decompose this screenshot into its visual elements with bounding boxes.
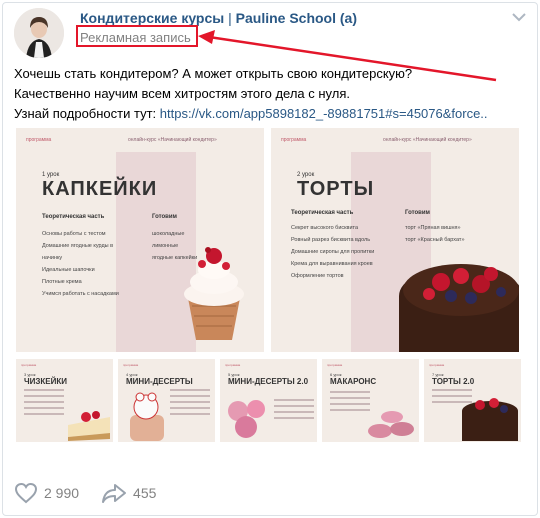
- author-avatar[interactable]: [14, 8, 64, 58]
- slide-thumb-macarons[interactable]: программа 6 урок МАКАРОНС: [322, 359, 419, 442]
- post-author[interactable]: Кондитерские курсы | Pauline School (a): [80, 10, 357, 26]
- list-item: Учимся работать с насадками: [42, 291, 119, 297]
- slide-title: МИНИ-ДЕСЕРТЫ 2.0: [228, 377, 309, 386]
- slide-list-placeholder: [274, 399, 314, 423]
- slide-title: МАКАРОНС: [330, 377, 377, 386]
- slide-program-label: программа: [26, 137, 52, 143]
- slide-course-label: онлайн-курс «Начинающий кондитер»: [383, 137, 472, 143]
- list-item: Секрет высокого бисквита: [291, 225, 359, 231]
- list-item: Идеальные шапочки: [42, 267, 95, 273]
- slide-cakes[interactable]: программа онлайн-курс «Начинающий кондит…: [271, 128, 519, 352]
- list-item: Основы работы с тестом: [42, 231, 106, 237]
- slide-program-label: программа: [21, 363, 37, 367]
- like-count: 2 990: [44, 485, 80, 501]
- post-text-line-1: Хочешь стать кондитером? А может открыть…: [14, 66, 413, 81]
- slide-program-label: программа: [281, 137, 307, 143]
- post-text-line-3: Узнай подробности тут: https://vk.com/ap…: [14, 104, 524, 124]
- slide-ready-header: Готовим: [152, 214, 177, 220]
- author-separator: |: [224, 10, 236, 26]
- cake-image: [399, 264, 519, 352]
- slide-list-placeholder: [330, 391, 370, 415]
- share-count: 455: [133, 485, 157, 501]
- slide-thumb-cakes-2[interactable]: программа 7 урок ТОРТЫ 2.0: [424, 359, 521, 442]
- slide-course-label: онлайн-курс «Начинающий кондитер»: [128, 137, 217, 143]
- list-item: торт «Пряная вишня»: [405, 225, 461, 231]
- mini-dessert-image: [130, 392, 164, 441]
- slide-program-label: программа: [225, 363, 241, 367]
- slide-title: ТОРТЫ: [297, 178, 375, 200]
- author-name[interactable]: Кондитерские курсы: [80, 10, 224, 26]
- slide-program-label: программа: [429, 363, 445, 367]
- share-icon: [102, 484, 127, 503]
- post-link[interactable]: https://vk.com/app5898182_-89881751#s=45…: [160, 106, 488, 121]
- slide-thumb-mini-desserts[interactable]: программа 4 урок МИНИ-ДЕСЕРТЫ: [118, 359, 215, 442]
- list-item: Домашние сиропы для пропитки: [291, 249, 375, 255]
- macarons-image: [368, 411, 414, 438]
- post-text: Хочешь стать кондитером? А может открыть…: [14, 64, 524, 124]
- heart-icon: [14, 482, 38, 504]
- author-school[interactable]: Pauline School (a): [236, 10, 357, 26]
- post-text-prefix: Узнай подробности тут:: [14, 106, 160, 121]
- list-item: Оформление тортов: [291, 273, 344, 279]
- slide-title: КАПКЕЙКИ: [42, 178, 158, 200]
- slide-list-placeholder: [24, 389, 64, 419]
- slide-ready-list: торт «Пряная вишня» торт «Красный бархат…: [405, 222, 505, 246]
- slide-program-label: программа: [123, 363, 139, 367]
- list-item: Ровный разрез бисквита вдоль: [291, 237, 371, 243]
- like-button[interactable]: 2 990: [14, 482, 79, 504]
- slide-list-placeholder: [170, 389, 210, 419]
- post-text-line-2: Качественно научим всем хитростям этого …: [14, 86, 351, 101]
- cupcake-image: [184, 247, 244, 340]
- slide-theory-header: Теоретическая часть: [291, 210, 354, 216]
- slide-theory-list: Основы работы с тестом Домашние ягодные …: [42, 228, 132, 300]
- list-item: Крема для выравнивания кроев: [291, 261, 373, 267]
- post-actions: 2 990 455: [14, 481, 178, 505]
- slide-theory-header: Теоретическая часть: [42, 214, 105, 220]
- cheesecake-image: [68, 411, 110, 441]
- list-item: Домашние ягодные курды в начинку: [42, 243, 114, 261]
- slide-title: ТОРТЫ 2.0: [432, 377, 475, 386]
- list-item: Плотные крема: [42, 279, 82, 285]
- cake-thumb-image: [462, 398, 518, 441]
- slide-title: МИНИ-ДЕСЕРТЫ: [126, 377, 193, 386]
- annotation-highlight-box: [76, 25, 198, 47]
- chevron-down-icon[interactable]: [512, 12, 526, 22]
- pink-dessert-image: [228, 400, 265, 438]
- slide-thumb-cheesecakes[interactable]: программа 3 урок ЧИЗКЕЙКИ: [16, 359, 113, 442]
- share-button[interactable]: 455: [101, 482, 156, 504]
- slide-title: ЧИЗКЕЙКИ: [24, 377, 67, 386]
- slide-theory-list: Секрет высокого бисквита Ровный разрез б…: [291, 222, 391, 282]
- slide-thumb-mini-desserts-2[interactable]: программа 5 урок МИНИ-ДЕСЕРТЫ 2.0: [220, 359, 317, 442]
- slide-program-label: программа: [327, 363, 343, 367]
- slide-ready-header: Готовим: [405, 210, 430, 216]
- slide-cupcakes[interactable]: программа онлайн-курс «Начинающий кондит…: [16, 128, 264, 352]
